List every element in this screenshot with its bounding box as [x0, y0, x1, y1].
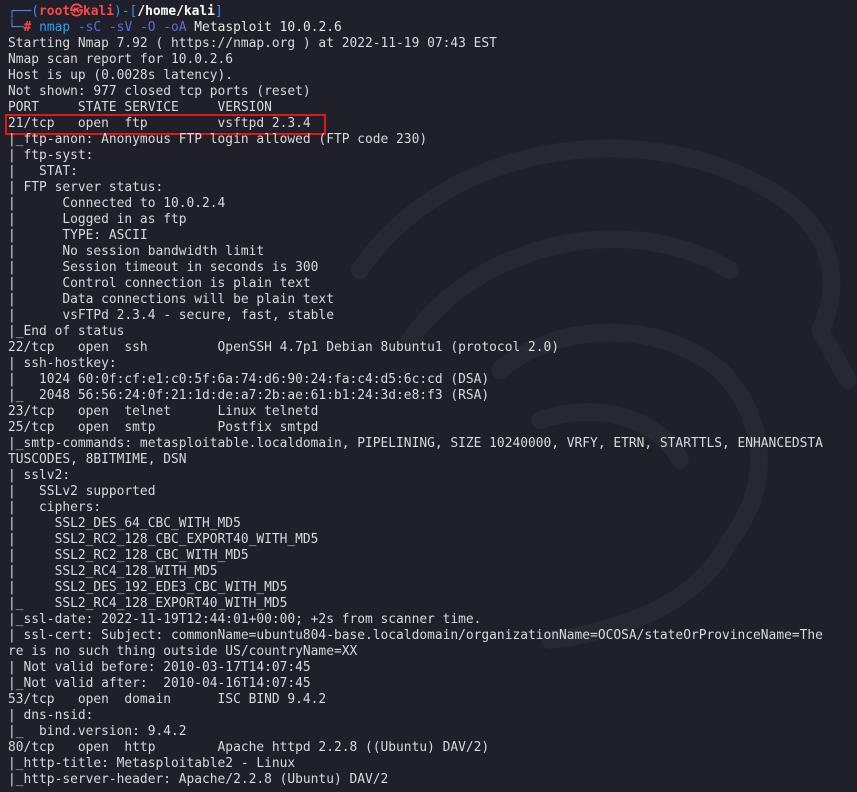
output-line: |_http-title: Metasploitable2 - Linux	[8, 756, 296, 771]
output-line: re is no such thing outside US/countryNa…	[8, 644, 358, 659]
output-line: | Session timeout in seconds is 300	[8, 260, 319, 275]
output-line: |_ 2048 56:56:24:0f:21:1d:de:a7:2b:ae:61…	[8, 388, 490, 403]
prompt-corner-top: ┌──(	[8, 4, 40, 19]
output-line: |_ bind.version: 9.4.2	[8, 724, 187, 739]
output-line: 22/tcp open ssh OpenSSH 4.7p1 Debian 8ub…	[8, 340, 560, 355]
output-line: PORT STATE SERVICE VERSION	[8, 100, 272, 115]
output-line: 53/tcp open domain ISC BIND 9.4.2	[8, 692, 327, 707]
prompt-user: root㉿kali	[39, 4, 115, 19]
output-line: | ciphers:	[8, 500, 102, 515]
output-line: Host is up (0.0028s latency).	[8, 68, 234, 83]
output-line: | SSL2_RC2_128_CBC_WITH_MD5	[8, 548, 249, 563]
output-line: | SSLv2 supported	[8, 484, 156, 499]
output-line: | TYPE: ASCII	[8, 228, 148, 243]
output-line: | Connected to 10.0.2.4	[8, 196, 226, 211]
prompt-separator-open: )-[	[114, 4, 138, 19]
output-line: TUSCODES, 8BITMIME, DSN	[8, 452, 187, 467]
prompt-hash: #	[23, 20, 32, 35]
output-line: | STAT:	[8, 164, 78, 179]
output-line: 25/tcp open smtp Postfix smtpd	[8, 420, 319, 435]
output-line: | ssl-cert: Subject: commonName=ubuntu80…	[8, 628, 823, 643]
output-line: | FTP server status:	[8, 180, 164, 195]
output-line: | Logged in as ftp	[8, 212, 187, 227]
output-line: | ftp-syst:	[8, 148, 94, 163]
output-line: 21/tcp open ftp vsftpd 2.3.4	[8, 116, 311, 131]
scan-output: Starting Nmap 7.92 ( https://nmap.org ) …	[8, 36, 857, 788]
output-line: Not shown: 977 closed tcp ports (reset)	[8, 84, 311, 99]
output-line: | Control connection is plain text	[8, 276, 311, 291]
output-line: | sslv2:	[8, 468, 71, 483]
terminal-output: ┌──(root㉿kali)-[/home/kali] └─# nmap -sC…	[8, 4, 857, 788]
output-line: Starting Nmap 7.92 ( https://nmap.org ) …	[8, 36, 497, 51]
command-flags: -sC -sV -O -oA	[77, 20, 187, 35]
output-line: | SSL2_RC2_128_CBC_EXPORT40_WITH_MD5	[8, 532, 319, 547]
command-name: nmap	[39, 20, 71, 35]
command-args: Metasploit 10.0.2.6	[194, 20, 342, 35]
output-line: Nmap scan report for 10.0.2.6	[8, 52, 234, 67]
output-line: | ssh-hostkey:	[8, 356, 117, 371]
output-line: | SSL2_DES_64_CBC_WITH_MD5	[8, 516, 241, 531]
output-line: 80/tcp open http Apache httpd 2.2.8 ((Ub…	[8, 740, 490, 755]
output-line: |_ssl-date: 2022-11-19T12:44:01+00:00; +…	[8, 612, 482, 627]
output-line: | dns-nsid:	[8, 708, 94, 723]
prompt-path: /home/kali	[137, 4, 215, 19]
prompt-top-line: ┌──(root㉿kali)-[/home/kali]	[8, 4, 857, 20]
output-line: | 1024 60:0f:cf:e1:c0:5f:6a:74:d6:90:24:…	[8, 372, 490, 387]
prompt-separator-close: ]	[214, 4, 223, 19]
output-line: |_End of status	[8, 324, 125, 339]
output-line: | SSL2_DES_192_EDE3_CBC_WITH_MD5	[8, 580, 288, 595]
output-line: | vsFTPd 2.3.4 - secure, fast, stable	[8, 308, 334, 323]
output-line: | SSL2_RC4_128_WITH_MD5	[8, 564, 218, 579]
command-line[interactable]: └─# nmap -sC -sV -O -oA Metasploit 10.0.…	[8, 20, 857, 36]
output-line: |_ SSL2_RC4_128_EXPORT40_WITH_MD5	[8, 596, 288, 611]
output-line: | Data connections will be plain text	[8, 292, 334, 307]
output-line: | Not valid before: 2010-03-17T14:07:45	[8, 660, 311, 675]
output-line: |_http-server-header: Apache/2.2.8 (Ubun…	[8, 772, 389, 787]
output-line: |_ftp-anon: Anonymous FTP login allowed …	[8, 132, 428, 147]
terminal-window[interactable]: ┌──(root㉿kali)-[/home/kali] └─# nmap -sC…	[0, 0, 857, 792]
prompt-corner-bottom: └─	[8, 20, 24, 35]
output-line: |_Not valid after: 2010-04-16T14:07:45	[8, 676, 311, 691]
output-line: |_smtp-commands: metasploitable.localdom…	[8, 436, 823, 451]
output-line: | No session bandwidth limit	[8, 244, 265, 259]
output-line: 23/tcp open telnet Linux telnetd	[8, 404, 319, 419]
